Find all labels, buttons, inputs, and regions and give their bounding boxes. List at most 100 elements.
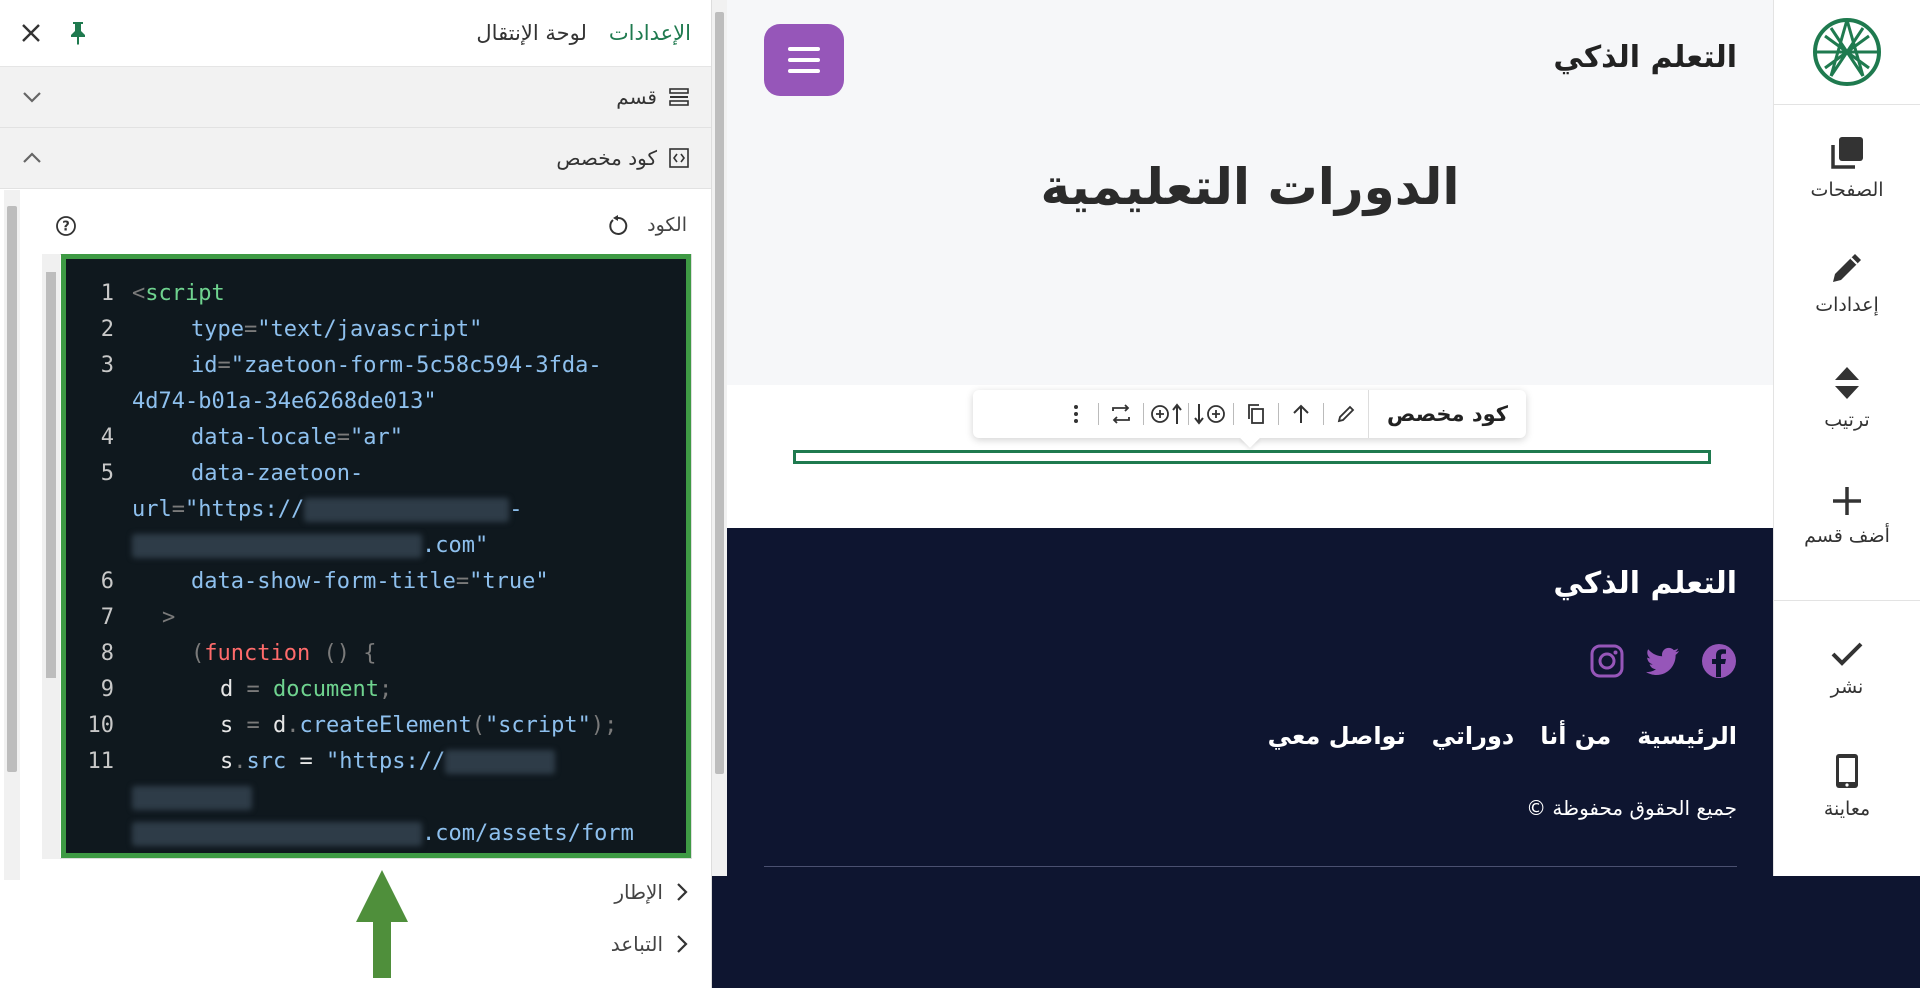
code-line: data-locale="ar" [191,425,403,450]
rail-pages[interactable]: الصفحات [1774,135,1920,201]
option-spacing[interactable]: التباعد [611,932,689,956]
rail-sort[interactable]: ترتيب [1774,365,1920,431]
sort-icon [1835,367,1859,399]
line-number: 10 [87,713,115,738]
code-line: d = document; [220,677,393,702]
rail-settings[interactable]: إعدادات [1774,250,1920,316]
social-links [1589,643,1737,679]
check-icon [1831,642,1863,666]
site-title: التعلم الذكي [1553,40,1737,75]
duplicate-button[interactable] [1234,390,1278,438]
tab-navigation-panel[interactable]: لوحة الإنتقال [476,21,586,45]
add-below-button[interactable] [1189,390,1233,438]
editor-panel: الإعدادات لوحة الإنتقال قسم كود مخصص الك… [0,0,712,988]
footer-overflow-area [712,876,1920,988]
footer-link-about[interactable]: من أنا [1540,722,1611,750]
swap-button[interactable] [1099,390,1143,438]
tab-settings[interactable]: الإعدادات [609,21,691,45]
code-icon [669,148,689,168]
pin-icon[interactable] [66,20,90,46]
rail-divider [1774,600,1920,601]
code-line: s.src = "https:// [220,749,556,774]
code-line: url="https://- [132,497,523,522]
panel-header: الإعدادات لوحة الإنتقال [0,0,711,67]
rail-sort-label: ترتيب [1824,409,1870,431]
option-frame[interactable]: الإطار [614,880,689,904]
help-icon[interactable]: ? [54,214,78,238]
chevron-right-icon [677,935,688,953]
site-footer: التعلم الذكي الرئيسية من أنا دوراتي تواص… [727,528,1773,876]
move-up-button[interactable] [1279,390,1323,438]
footer-link-courses[interactable]: دوراتي [1432,722,1515,750]
footer-link-home[interactable]: الرئيسية [1637,722,1737,750]
edit-block-button[interactable] [1324,390,1368,438]
code-line: data-show-form-title="true" [191,569,549,594]
preview-scrollbar-thumb[interactable] [715,12,724,774]
code-line: data-zaetoon- [191,461,364,486]
panel-scrollbar-thumb[interactable] [7,206,17,772]
accordion-custom-code[interactable]: كود مخصص [0,128,711,189]
code-line: (function () { [191,641,377,666]
code-line: type="text/javascript" [191,317,483,342]
block-toolbar-title: كود مخصص [1368,390,1526,438]
rail-publish[interactable]: نشر [1774,640,1920,698]
rail-preview-label: معاينة [1823,798,1871,820]
chevron-right-icon [677,883,688,901]
code-scrollbar-thumb[interactable] [46,272,56,678]
svg-text:?: ? [62,220,70,235]
accordion-section[interactable]: قسم [0,67,711,128]
line-number: 9 [100,677,114,702]
site-preview: التعلم الذكي الدورات التعليمية كود مخصص [727,0,1773,876]
code-editor[interactable]: 1 <script 2 type="text/javascript" 3 id=… [61,254,691,858]
hero-section: التعلم الذكي الدورات التعليمية [727,0,1773,385]
line-number: 11 [87,749,115,774]
line-number: 1 [100,281,114,306]
twitter-icon[interactable] [1645,643,1681,679]
mobile-icon [1836,754,1858,788]
line-number: 2 [100,317,114,342]
arrow-up-icon [1293,404,1309,423]
pages-icon [1831,137,1863,169]
swap-icon [1112,404,1130,424]
add-above-button[interactable] [1144,390,1188,438]
close-icon[interactable] [20,22,42,44]
footer-divider [764,866,1737,867]
more-options-button[interactable] [1054,390,1098,438]
rail-add-section[interactable]: أضف قسم [1774,485,1920,547]
section-icon [669,88,689,106]
menu-button[interactable] [764,24,844,96]
reset-icon[interactable] [606,214,630,238]
code-line: .com" [132,533,488,558]
line-number: 7 [100,605,114,630]
line-number: 8 [100,641,114,666]
footer-nav: الرئيسية من أنا دوراتي تواصل معي [1268,722,1737,750]
instagram-icon[interactable] [1589,643,1625,679]
add-below-icon [1194,404,1225,425]
menu-icon-bar [788,58,820,62]
logo-icon [1813,18,1881,86]
option-frame-label: الإطار [614,880,663,904]
line-number: 6 [100,569,114,594]
accordion-section-label: قسم [616,85,657,109]
code-line: <script [132,281,225,306]
more-vertical-icon [1074,405,1079,423]
code-line [132,785,252,810]
app-logo[interactable] [1774,0,1920,105]
copyright-text: جميع الحقوق محفوظة © [1526,796,1737,820]
chevron-up-icon [23,152,41,163]
pencil-icon [1833,254,1861,282]
page-heading: الدورات التعليمية [1040,158,1460,216]
custom-code-block[interactable] [793,450,1711,464]
footer-link-contact[interactable]: تواصل معي [1268,722,1406,750]
add-above-icon [1151,403,1182,424]
menu-icon-bar [788,69,820,73]
plus-icon [1833,487,1861,515]
rail-preview[interactable]: معاينة [1774,752,1920,820]
chevron-down-icon [23,92,41,103]
facebook-icon[interactable] [1701,643,1737,679]
block-toolbar: كود مخصص [973,390,1526,438]
editor-rail: الصفحات إعدادات ترتيب أضف قسم نشر معاينة [1773,0,1920,876]
code-line: > [162,605,176,630]
rail-publish-label: نشر [1830,676,1864,698]
rail-pages-label: الصفحات [1810,179,1884,201]
